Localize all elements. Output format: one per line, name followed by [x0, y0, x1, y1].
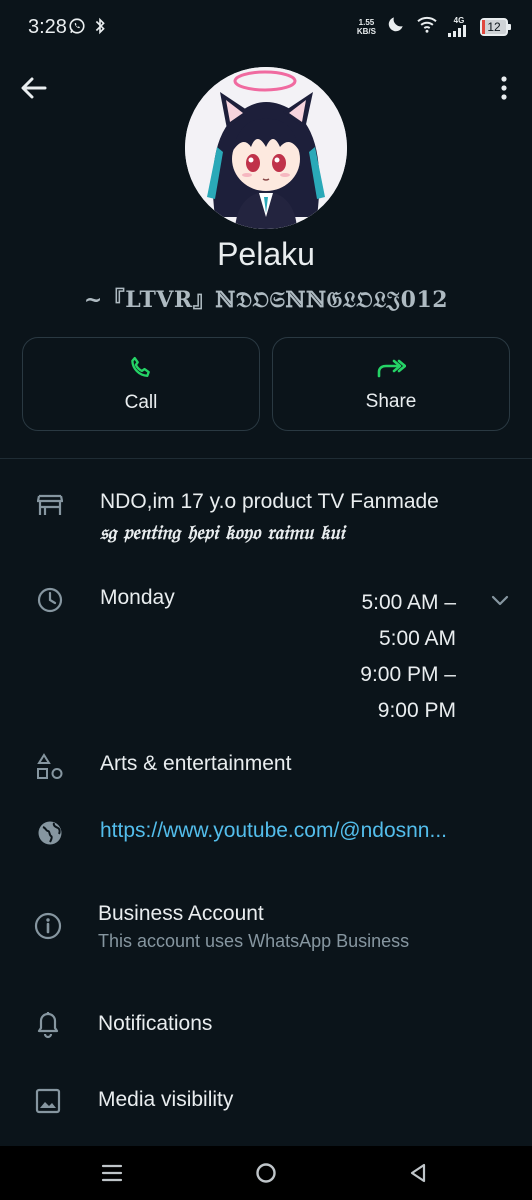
home-circle-icon	[256, 1163, 276, 1183]
business-description-line2: 𝔰𝔤 𝔭𝔢𝔫𝔱𝔦𝔫𝔤 𝔥𝔢𝔭𝔦 𝔨𝔬𝔶𝔬 𝔯𝔞𝔦𝔪𝔲 𝔨𝔲𝔦	[100, 520, 345, 544]
globe-icon	[36, 819, 64, 847]
status-bar: 3:28 1.55 KB/S 4G 12	[0, 0, 532, 56]
business-category: Arts & entertainment	[100, 752, 292, 775]
call-button[interactable]: Call	[22, 337, 260, 431]
network-type: 4G	[453, 15, 465, 25]
hours-line-2: 5:00 AM	[378, 627, 456, 650]
hours-line-4: 9:00 PM	[377, 699, 456, 722]
arrow-back-icon	[21, 77, 47, 99]
status-left-icons	[68, 17, 106, 40]
menu-icon	[101, 1164, 123, 1182]
business-account-title[interactable]: Business Account	[98, 902, 264, 926]
hours-line-1: 5:00 AM –	[361, 591, 456, 614]
network-speed-value: 1.55	[358, 17, 375, 27]
share-label: Share	[365, 391, 417, 412]
hours-line-3: 9:00 PM –	[360, 663, 456, 686]
whatsapp-icon	[68, 17, 86, 40]
share-forward-icon	[377, 359, 406, 378]
bell-icon	[34, 1011, 62, 1039]
hours-day: Monday	[100, 586, 175, 609]
network-speed: 1.55 KB/S	[357, 18, 376, 36]
wifi-icon	[416, 15, 438, 38]
business-hours: 5:00 AM – 5:00 AM 9:00 PM – 9:00 PM	[360, 585, 456, 729]
notifications-setting[interactable]: Notifications	[98, 1012, 212, 1036]
bluetooth-icon	[94, 17, 106, 40]
battery-fill	[482, 19, 486, 34]
business-account-subtitle: This account uses WhatsApp Business	[98, 931, 410, 951]
clock-icon	[36, 586, 64, 614]
profile-about: ~『LTVR』ℕ𝔇𝔒𝔖ℕℕ𝔊𝔏𝔒𝔏𝔍012	[83, 287, 449, 313]
phone-icon	[131, 356, 150, 377]
category-shapes-icon	[36, 752, 64, 780]
system-navigation-bar	[0, 1146, 532, 1200]
business-description-line1: NDO,im 17 y.o product TV Fanmade	[100, 490, 439, 513]
image-icon	[34, 1087, 62, 1115]
action-buttons: Call Share	[22, 337, 510, 431]
call-label: Call	[124, 392, 158, 413]
home-button[interactable]	[236, 1146, 296, 1200]
moon-icon	[386, 14, 406, 39]
anime-avatar-image	[185, 67, 347, 229]
battery-level: 12	[487, 19, 501, 34]
section-divider	[0, 458, 532, 459]
recent-apps-button[interactable]	[82, 1146, 142, 1200]
more-vertical-icon	[501, 76, 507, 100]
profile-name: Pelaku	[217, 236, 315, 272]
hours-expand-button[interactable]	[486, 586, 514, 614]
media-visibility-setting[interactable]: Media visibility	[98, 1088, 233, 1112]
battery-icon: 12	[480, 17, 511, 36]
more-options-button[interactable]	[490, 70, 518, 106]
triangle-back-icon	[410, 1163, 426, 1183]
share-button[interactable]: Share	[272, 337, 510, 431]
contact-info-screen: 3:28 1.55 KB/S 4G 12 Pelaku ~『LTVR』ℕ𝔇𝔒𝔖ℕ…	[0, 0, 532, 1200]
status-right-icons: 1.55 KB/S 4G 12	[357, 14, 511, 39]
back-button[interactable]	[16, 70, 52, 106]
cell-signal-icon: 4G	[448, 15, 470, 37]
chevron-down-icon	[491, 595, 509, 606]
website-link[interactable]: https://www.youtube.com/@ndosnn...	[100, 819, 500, 843]
profile-avatar[interactable]	[185, 67, 347, 229]
status-time: 3:28	[28, 16, 67, 38]
storefront-icon	[36, 491, 64, 519]
system-back-button[interactable]	[388, 1146, 448, 1200]
info-icon	[34, 912, 62, 940]
network-speed-unit: KB/S	[356, 26, 376, 36]
